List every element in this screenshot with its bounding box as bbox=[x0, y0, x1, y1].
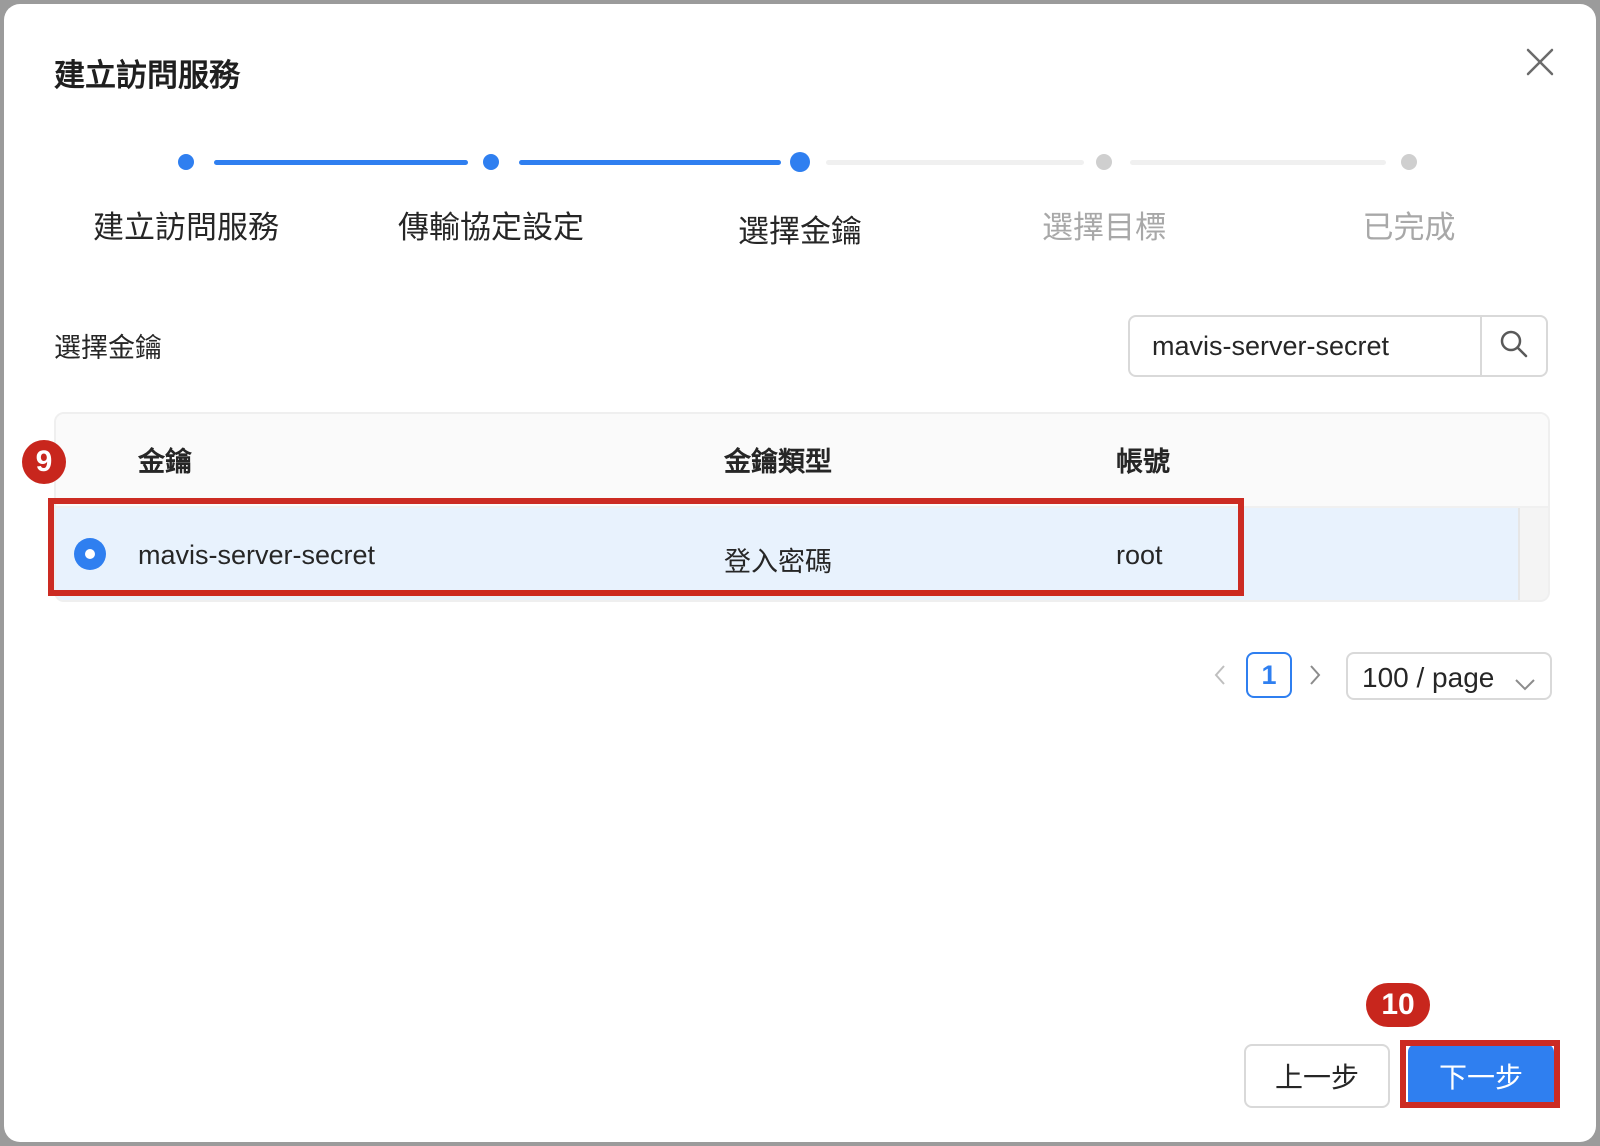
cell-key-type: 登入密碼 bbox=[724, 547, 832, 577]
step-1-dot bbox=[178, 154, 194, 170]
screenshot-frame: 建立訪問服務 建立訪問服務 傳輸協定設定 選擇金鑰 選擇目標 已完成 選擇金鑰 bbox=[0, 0, 1600, 1146]
step-4-label: 選擇目標 bbox=[1042, 210, 1166, 245]
step-4-connector bbox=[1130, 160, 1386, 165]
page-size-value: 100 / page bbox=[1362, 662, 1495, 693]
step-3-label: 選擇金鑰 bbox=[738, 214, 862, 249]
section-label: 選擇金鑰 bbox=[54, 333, 162, 363]
previous-step-button[interactable]: 上一步 bbox=[1244, 1044, 1390, 1108]
step-5-label: 已完成 bbox=[1362, 210, 1456, 245]
pagination-page-1[interactable]: 1 bbox=[1246, 652, 1292, 698]
pagination-next[interactable] bbox=[1300, 659, 1330, 695]
step-2-connector bbox=[519, 160, 781, 165]
page-size-select[interactable]: 100 / page bbox=[1346, 652, 1552, 700]
table-row[interactable]: mavis-server-secret 登入密碼 root bbox=[56, 508, 1548, 600]
cell-account: root bbox=[1116, 540, 1163, 570]
step-2-dot bbox=[483, 154, 499, 170]
column-header-key-type: 金鑰類型 bbox=[724, 447, 832, 477]
step-5-dot bbox=[1401, 154, 1417, 170]
search-input[interactable] bbox=[1130, 317, 1480, 375]
step-1-connector bbox=[214, 160, 468, 165]
close-icon[interactable] bbox=[1522, 44, 1558, 80]
next-step-button[interactable]: 下一步 bbox=[1408, 1044, 1554, 1108]
pagination-prev[interactable] bbox=[1205, 659, 1235, 695]
step-3-dot bbox=[790, 152, 810, 172]
search-button[interactable] bbox=[1480, 317, 1546, 375]
annotation-marker-9: 9 bbox=[22, 440, 66, 484]
column-header-key: 金鑰 bbox=[138, 447, 192, 477]
annotation-marker-10: 10 bbox=[1366, 983, 1430, 1027]
step-4-dot bbox=[1096, 154, 1112, 170]
table-header: 金鑰 金鑰類型 帳號 bbox=[56, 414, 1548, 508]
steps-progress: 建立訪問服務 傳輸協定設定 選擇金鑰 選擇目標 已完成 bbox=[4, 144, 1596, 264]
column-header-account: 帳號 bbox=[1116, 447, 1170, 477]
step-1-label: 建立訪問服務 bbox=[93, 210, 279, 245]
chevron-right-icon bbox=[1307, 663, 1323, 692]
step-3-connector bbox=[826, 160, 1084, 165]
dialog-title: 建立訪問服務 bbox=[54, 58, 240, 93]
chevron-left-icon bbox=[1212, 663, 1228, 692]
search-icon bbox=[1498, 328, 1530, 365]
search-box bbox=[1128, 315, 1548, 377]
cell-key-name: mavis-server-secret bbox=[138, 540, 376, 570]
row-select-radio[interactable] bbox=[74, 538, 106, 570]
chevron-down-icon bbox=[1514, 668, 1536, 700]
step-2-label: 傳輸協定設定 bbox=[398, 210, 584, 245]
table-scrollbar[interactable] bbox=[1518, 508, 1548, 600]
key-table: 金鑰 金鑰類型 帳號 mavis-server-secret 登入密碼 root bbox=[54, 412, 1550, 602]
create-access-service-dialog: 建立訪問服務 建立訪問服務 傳輸協定設定 選擇金鑰 選擇目標 已完成 選擇金鑰 bbox=[4, 4, 1596, 1142]
